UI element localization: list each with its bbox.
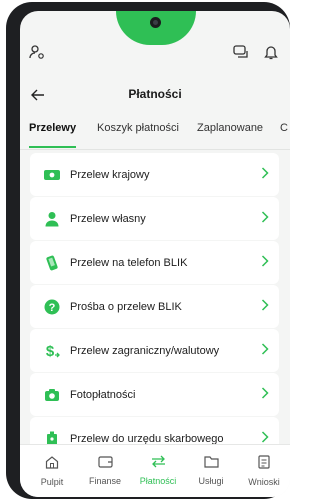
camera-icon (43, 386, 61, 404)
document-icon (258, 455, 270, 469)
tab-bar: Przelewy Koszyk płatności Zaplanowane C (20, 115, 290, 150)
payment-options-list: Przelew krajowy Przelew własny Przelew n… (30, 153, 279, 461)
top-bar (20, 41, 290, 67)
chevron-right-icon (261, 299, 269, 311)
folder-icon (203, 456, 219, 468)
tab-przelewy[interactable]: Przelewy (29, 121, 77, 148)
question-circle-icon: ? (43, 298, 61, 316)
list-item-przelew-wlasny[interactable]: Przelew własny (30, 197, 279, 240)
cash-transfer-icon (43, 166, 61, 184)
list-item-label: Fotopłatności (70, 388, 136, 401)
nav-label: Płatności (139, 476, 177, 486)
list-item-przelew-krajowy[interactable]: Przelew krajowy (30, 153, 279, 196)
nav-platnosci[interactable]: Płatności (131, 455, 185, 486)
nav-finanse[interactable]: Finanse (78, 455, 132, 486)
chevron-right-icon (261, 167, 269, 179)
transfer-arrows-icon (151, 455, 165, 468)
bottom-navigation: Pulpit Finanse Płatności Usługi Wnioski (20, 444, 290, 497)
phone-frame: Płatności Przelewy Koszyk płatności Zapl… (6, 2, 290, 499)
dollar-transfer-icon: $ (43, 342, 61, 360)
profile-settings-icon[interactable] (28, 43, 46, 61)
svg-text:?: ? (49, 302, 56, 314)
list-item-label: Przelew na telefon BLIK (70, 256, 188, 269)
page-header: Płatności (20, 81, 290, 111)
list-item-label: Przelew zagraniczny/walutowy (70, 344, 220, 357)
tab-koszyk-platnosci[interactable]: Koszyk płatności (97, 121, 179, 135)
list-item-label: Przelew krajowy (70, 168, 150, 181)
nav-label: Finanse (88, 476, 122, 486)
chevron-right-icon (261, 255, 269, 267)
list-item-prosba-o-przelew-blik[interactable]: ? Prośba o przelew BLIK (30, 285, 279, 328)
chevron-right-icon (261, 387, 269, 399)
nav-label: Wnioski (248, 477, 280, 487)
phone-blik-icon (43, 254, 61, 272)
nav-pulpit[interactable]: Pulpit (25, 455, 79, 487)
home-icon (45, 456, 59, 469)
front-camera (150, 17, 161, 28)
notifications-bell-icon[interactable] (262, 43, 280, 61)
nav-wnioski[interactable]: Wnioski (237, 455, 290, 487)
tab-zaplanowane[interactable]: Zaplanowane (197, 121, 263, 135)
app-screen: Płatności Przelewy Koszyk płatności Zapl… (20, 11, 290, 497)
page-title: Płatności (128, 87, 182, 101)
tab-cut-off[interactable]: C (280, 121, 288, 135)
chevron-right-icon (261, 343, 269, 355)
chevron-right-icon (261, 431, 269, 443)
list-item-label: Przelew własny (70, 212, 146, 225)
list-item-przelew-zagraniczny[interactable]: $ Przelew zagraniczny/walutowy (30, 329, 279, 372)
wallet-icon (97, 456, 113, 468)
list-item-fotoplatnosci[interactable]: Fotopłatności (30, 373, 279, 416)
svg-text:$: $ (46, 343, 55, 359)
nav-label: Pulpit (40, 477, 64, 487)
list-item-przelew-telefon-blik[interactable]: Przelew na telefon BLIK (30, 241, 279, 284)
person-icon (43, 210, 61, 228)
nav-uslugi[interactable]: Usługi (184, 455, 238, 486)
chat-support-icon[interactable] (232, 43, 250, 61)
list-item-label: Przelew do urzędu skarbowego (70, 432, 224, 445)
list-item-label: Prośba o przelew BLIK (70, 300, 182, 313)
nav-label: Usługi (198, 476, 224, 486)
chevron-right-icon (261, 211, 269, 223)
